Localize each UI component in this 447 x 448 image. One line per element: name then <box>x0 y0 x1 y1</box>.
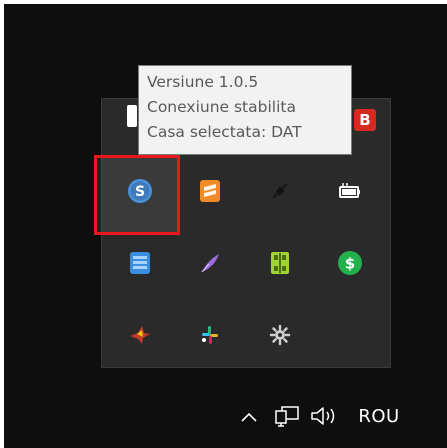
volume-icon[interactable] <box>306 400 346 432</box>
battery-plug-icon[interactable] <box>322 163 378 219</box>
app-blue-square-icon[interactable] <box>112 235 168 291</box>
app-sublime-icon[interactable] <box>182 163 238 219</box>
tooltip-version: Versiune 1.0.5 <box>147 73 259 91</box>
taskbar-edge-mark <box>442 424 446 444</box>
tooltip-selected-register: Casa selectata: DAT <box>147 123 302 141</box>
slack-icon[interactable] <box>182 307 238 363</box>
feather-pen-icon[interactable] <box>182 235 238 291</box>
app-green-grid-icon[interactable] <box>252 235 308 291</box>
chevron-up-icon[interactable] <box>234 402 264 432</box>
tray-icon-partial[interactable] <box>127 105 137 127</box>
tooltip-connection: Conexiune stabilita <box>147 98 296 116</box>
app-b-icon[interactable]: B <box>354 109 376 131</box>
language-label: ROU <box>358 405 400 427</box>
green-dollar-icon[interactable]: $ <box>322 235 378 291</box>
app-red-star-icon[interactable] <box>112 307 168 363</box>
taskbar: ROU <box>4 384 447 448</box>
tray-tooltip: Versiune 1.0.5 Conexiune stabilita Casa … <box>138 65 352 155</box>
input-language-indicator[interactable]: ROU <box>349 398 409 434</box>
selected-icon-highlight <box>94 155 180 235</box>
gear-bug-icon[interactable] <box>252 307 308 363</box>
network-icon[interactable] <box>271 400 303 432</box>
plug-icon[interactable] <box>252 163 308 219</box>
screen: B S $ Versiune 1.0.5 Conexiune stabilita… <box>0 0 447 448</box>
svg-text:$: $ <box>345 255 355 273</box>
